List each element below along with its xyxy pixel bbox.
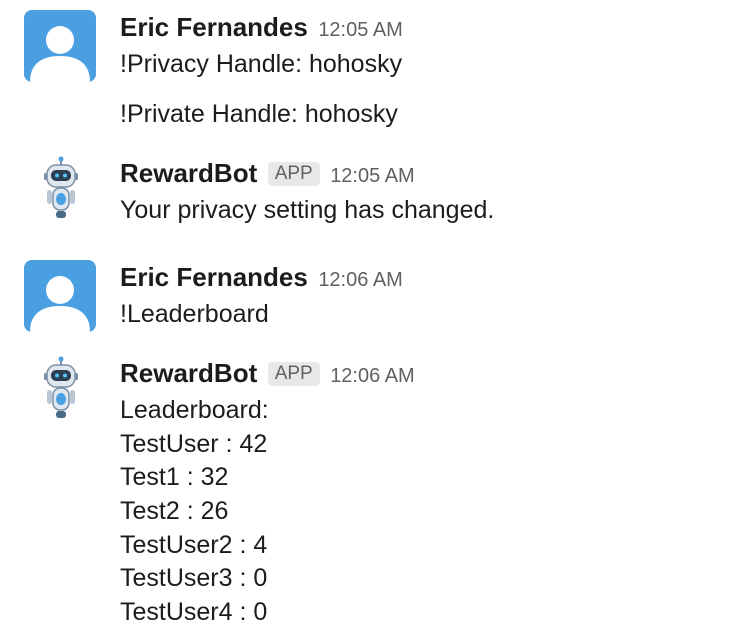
timestamp[interactable]: 12:05 AM <box>330 165 415 187</box>
message-header: RewardBot APP 12:06 AM <box>120 356 415 390</box>
message-text: Test2 : 26 <box>120 497 229 525</box>
robot-avatar-icon[interactable] <box>36 156 86 222</box>
message-header: RewardBot APP 12:05 AM <box>120 156 415 190</box>
message-header: Eric Fernandes 12:06 AM <box>120 260 403 294</box>
timestamp[interactable]: 12:06 AM <box>330 365 415 387</box>
timestamp[interactable]: 12:06 AM <box>318 269 403 291</box>
message-text: !Leaderboard <box>120 300 269 328</box>
sender-name[interactable]: Eric Fernandes <box>120 12 308 42</box>
user-avatar-icon[interactable] <box>24 260 96 332</box>
message-text: TestUser : 42 <box>120 430 268 458</box>
sender-name[interactable]: RewardBot <box>120 358 257 388</box>
message-text: !Privacy Handle: hohosky <box>120 50 403 78</box>
message-text: Test1 : 32 <box>120 463 229 491</box>
message-text: TestUser3 : 0 <box>120 564 268 592</box>
message-text: !Private Handle: hohosky <box>120 100 398 128</box>
sender-name[interactable]: Eric Fernandes <box>120 262 308 292</box>
user-avatar-icon[interactable] <box>24 10 96 82</box>
message-text: Leaderboard: <box>120 396 269 424</box>
message-text: TestUser4 : 0 <box>120 598 268 626</box>
message-header: Eric Fernandes 12:05 AM <box>120 10 403 44</box>
message-text: Your privacy setting has changed. <box>120 196 495 224</box>
app-badge: APP <box>267 362 320 386</box>
timestamp[interactable]: 12:05 AM <box>318 19 403 41</box>
sender-name[interactable]: RewardBot <box>120 158 257 188</box>
robot-avatar-icon[interactable] <box>36 356 86 422</box>
app-badge: APP <box>267 162 320 186</box>
message-text: TestUser2 : 4 <box>120 531 268 559</box>
